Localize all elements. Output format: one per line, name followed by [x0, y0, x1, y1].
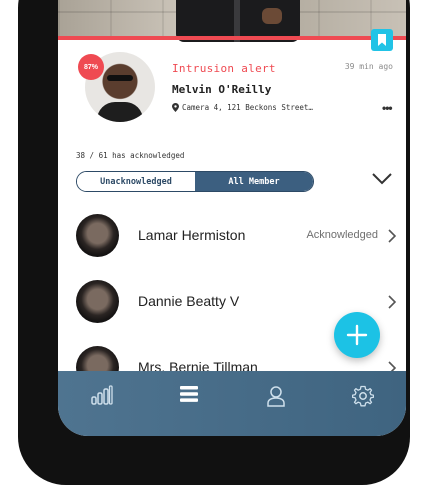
plus-icon — [346, 324, 368, 346]
suspect-shirt — [97, 102, 143, 122]
tab-profile[interactable] — [232, 385, 319, 407]
bookmark-button[interactable] — [371, 29, 393, 51]
chevron-right-icon — [388, 295, 397, 309]
bottom-tab-bar — [58, 371, 406, 436]
suspect-name: Melvin O'Reilly — [172, 83, 272, 96]
location-text: Camera 4, 121 Beckons Street… — [182, 103, 313, 112]
tab-stats[interactable] — [58, 385, 145, 405]
location-pin-icon — [172, 103, 179, 112]
alert-location: Camera 4, 121 Beckons Street… — [172, 103, 313, 112]
add-button[interactable] — [334, 312, 380, 358]
alert-time: 39 min ago — [344, 62, 393, 71]
filter-all-member[interactable]: All Member — [195, 172, 313, 191]
chevron-down-icon[interactable] — [371, 171, 393, 187]
alert-divider — [58, 36, 406, 40]
member-status: Acknowledged — [306, 229, 378, 241]
tab-settings[interactable] — [319, 385, 406, 407]
member-name: Lamar Hermiston — [138, 227, 246, 243]
member-row[interactable]: Lamar Hermiston Acknowledged — [58, 214, 406, 264]
app-screen: 87% Intrusion alert 39 min ago Melvin O'… — [58, 0, 406, 436]
alert-type: Intrusion alert — [172, 62, 276, 75]
member-name: Dannie Beatty V — [138, 293, 240, 309]
chevron-right-icon — [388, 229, 397, 243]
confidence-badge: 87% — [78, 54, 104, 80]
camera-snapshot[interactable] — [58, 0, 406, 42]
tab-list[interactable] — [145, 385, 232, 403]
bookmark-icon — [378, 34, 386, 46]
bar-chart-icon — [90, 385, 113, 405]
phone-frame: 87% Intrusion alert 39 min ago Melvin O'… — [18, 0, 410, 485]
gear-icon — [351, 385, 374, 407]
person-icon — [266, 386, 285, 407]
filter-unacknowledged[interactable]: Unacknowledged — [77, 172, 195, 191]
avatar — [76, 280, 119, 323]
avatar — [76, 214, 119, 257]
more-options-button[interactable]: ••• — [382, 101, 393, 115]
snapshot-hand — [262, 8, 282, 24]
suspect-glasses — [107, 75, 133, 81]
acknowledged-count: 38 / 61 has acknowledged — [76, 151, 185, 160]
member-filter-segmented: Unacknowledged All Member — [76, 171, 314, 192]
list-icon — [179, 386, 198, 402]
